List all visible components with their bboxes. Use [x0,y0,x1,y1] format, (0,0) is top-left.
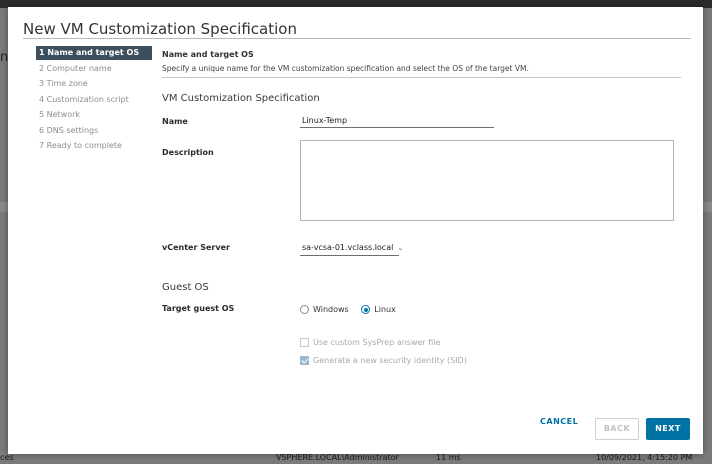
wizard-steps: 1 Name and target OS 2 Computer name 3 T… [36,46,152,155]
target-guest-os-label: Target guest OS [162,304,235,313]
sid-label: Generate a new security identity (SID) [313,356,467,365]
chevron-down-icon: ⌄ [397,244,404,252]
background-text-fragment: n [0,50,9,65]
radio-linux-label[interactable]: Linux [374,305,396,314]
spec-section-title: VM Customization Specification [162,93,320,104]
sysprep-checkbox [300,338,309,347]
name-label: Name [162,117,188,126]
header-divider [162,77,681,78]
background-cell: ces [0,453,14,462]
vcenter-server-value: sa-vcsa-01.vclass.local [302,243,394,252]
step-time-zone: 3 Time zone [39,79,88,88]
name-input[interactable] [300,114,494,128]
sid-checkbox [300,356,309,365]
back-button: BACK [595,418,639,440]
step-header-title: Name and target OS [162,50,254,59]
customization-spec-dialog: New VM Customization Specification 1 Nam… [8,7,703,454]
step-customization-script: 4 Customization script [39,94,129,104]
step-computer-name: 2 Computer name [39,63,112,73]
step-ready-to-complete: 7 Ready to complete [39,141,122,150]
step-dns-settings: 6 DNS settings [39,125,99,135]
description-textarea[interactable] [300,140,674,221]
dialog-title: New VM Customization Specification [23,20,297,38]
background-cell: 10/09/2021, 4:15:20 PM [596,453,693,462]
description-label: Description [162,148,214,157]
step-name-and-target-os[interactable]: 1 Name and target OS [36,46,152,60]
cancel-button[interactable]: CANCEL [540,417,578,426]
background-cell: VSPHERE.LOCAL\Administrator [276,453,399,462]
background-cell: 11 ms [436,453,461,462]
target-guest-os-radio-group: Windows Linux [300,305,406,314]
vcenter-server-label: vCenter Server [162,243,230,252]
sid-option: Generate a new security identity (SID) [300,356,467,365]
radio-windows-label[interactable]: Windows [313,305,349,314]
vcenter-server-select[interactable]: sa-vcsa-01.vclass.local ⌄ [300,242,403,256]
sysprep-label: Use custom SysPrep answer file [313,338,441,347]
guest-os-section-title: Guest OS [162,282,209,293]
background-strip-left [0,202,8,212]
radio-linux[interactable] [361,305,371,314]
background-strip-right [703,202,712,212]
sysprep-option: Use custom SysPrep answer file [300,338,440,347]
title-divider [23,38,691,39]
step-header-description: Specify a unique name for the VM customi… [162,64,529,73]
step-network: 5 Network [39,110,81,119]
next-button[interactable]: NEXT [646,418,690,440]
radio-windows[interactable] [300,305,309,314]
